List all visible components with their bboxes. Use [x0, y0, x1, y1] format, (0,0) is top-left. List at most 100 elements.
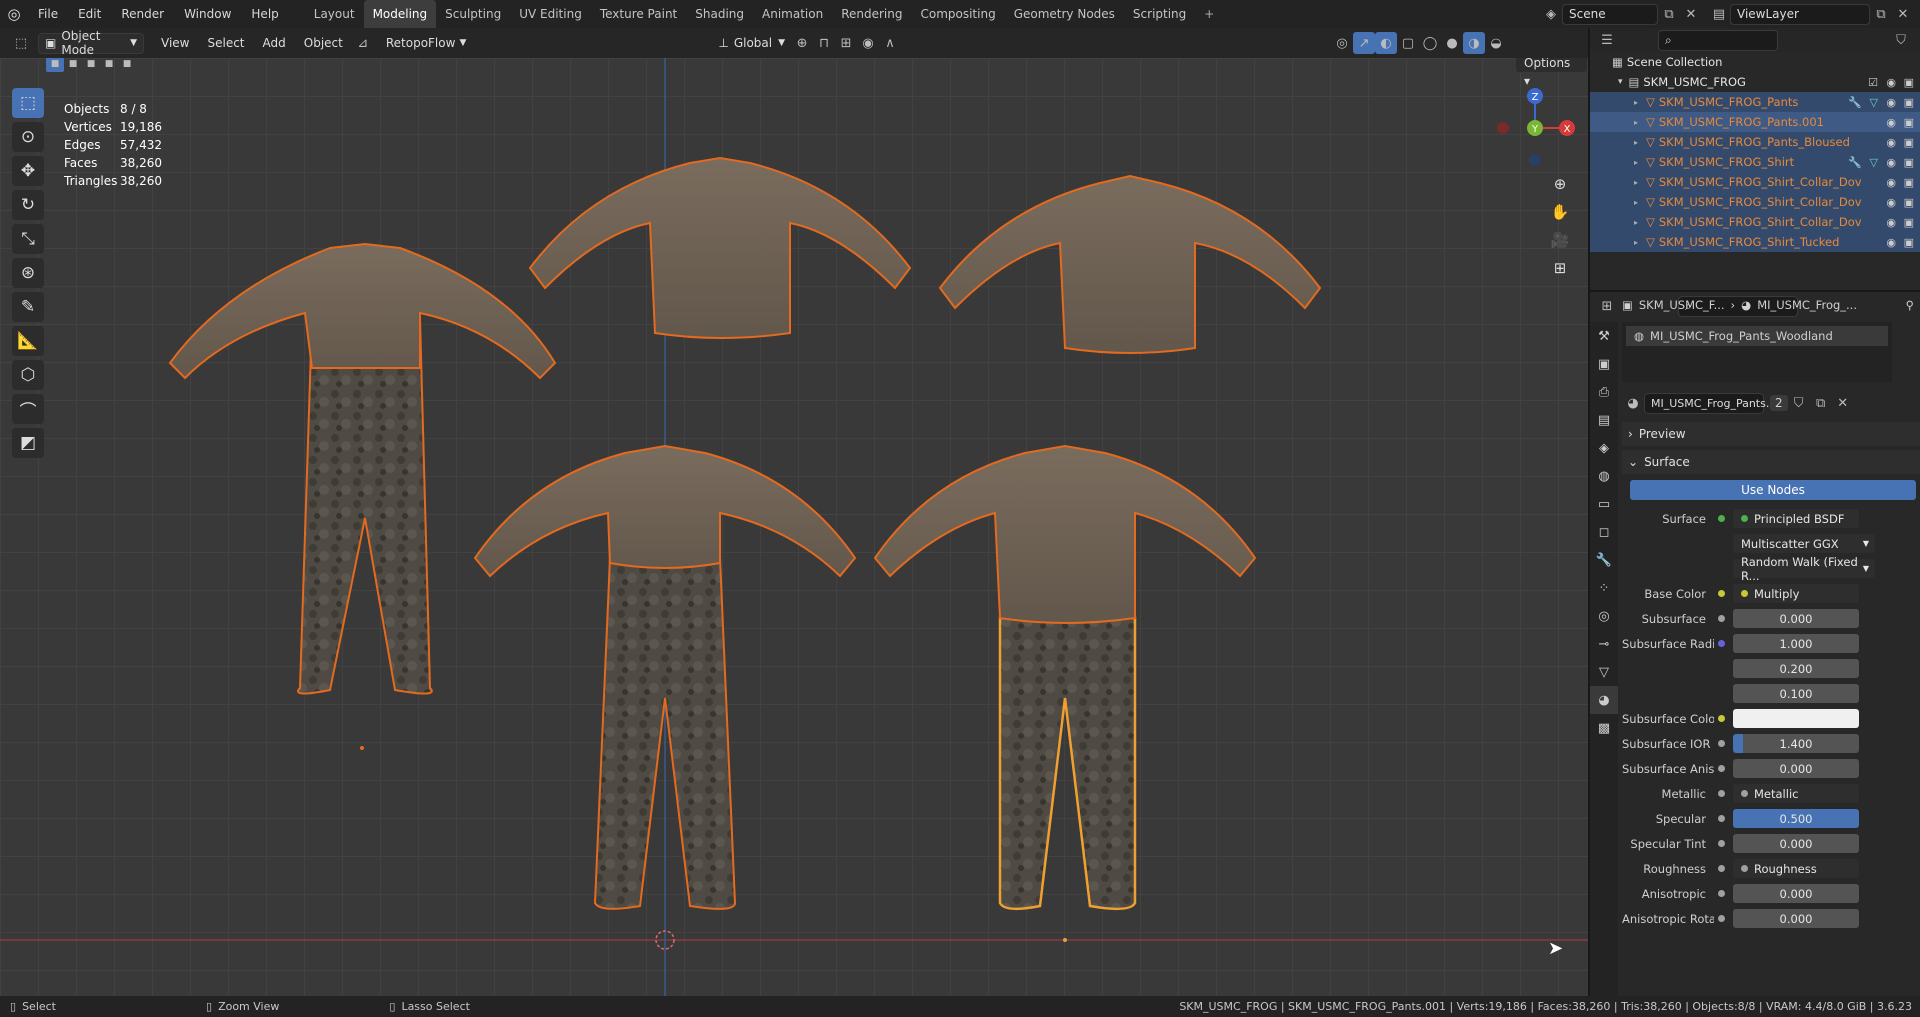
outfit-top-center[interactable]	[528, 156, 912, 339]
property-field[interactable]: 0.100	[1733, 684, 1859, 703]
select-box-tool-icon[interactable]: ⬚	[12, 88, 44, 118]
zoom-icon[interactable]: ⊕	[1545, 170, 1575, 198]
user-count[interactable]: 2	[1770, 395, 1788, 411]
material-shading-icon[interactable]: ◑	[1463, 32, 1486, 54]
new-view-layer-icon[interactable]: ⧉	[1870, 3, 1892, 25]
use-nodes-button[interactable]: Use Nodes	[1630, 480, 1916, 500]
grid-tool-icon[interactable]: ◩	[12, 428, 44, 458]
expand-arrow-icon[interactable]: ▸	[1634, 118, 1638, 127]
outliner-item[interactable]: ▸ ▽ SKM_USMC_FROG_Shirt_Collar_Dov ◉ ▣	[1590, 172, 1920, 192]
preview-panel[interactable]: › Preview	[1622, 422, 1920, 446]
view-layer-field[interactable]: ViewLayer	[1730, 3, 1870, 25]
add-workspace-button[interactable]: +	[1195, 0, 1223, 28]
navigation-gizmo[interactable]: Z X Y	[1495, 88, 1575, 168]
transform-tool-icon[interactable]: ⊛	[12, 258, 44, 288]
camera-icon[interactable]: ▣	[1904, 116, 1914, 129]
menu-render[interactable]: Render	[111, 0, 174, 28]
eye-icon[interactable]: ◉	[1886, 176, 1896, 189]
socket-icon[interactable]	[1718, 765, 1725, 772]
checkbox-icon[interactable]: ☑	[1868, 76, 1878, 89]
camera-icon[interactable]: ▣	[1904, 236, 1914, 249]
solid-shading-icon[interactable]: ●	[1441, 32, 1463, 54]
filter-icon[interactable]: ⛉	[1890, 29, 1912, 51]
overlay-toggle-icon[interactable]: ◐	[1375, 32, 1398, 54]
outliner-item[interactable]: ▸ ▽ SKM_USMC_FROG_Pants_Bloused ◉ ▣	[1590, 132, 1920, 152]
outfit-top-right[interactable]	[938, 174, 1322, 354]
material-slot[interactable]: ◍ MI_USMC_Frog_Pants_Woodland	[1626, 326, 1888, 346]
expand-arrow-icon[interactable]: ▸	[1634, 178, 1638, 187]
delete-view-layer-icon[interactable]: ✕	[1892, 3, 1914, 25]
render-tab-icon[interactable]: ▣	[1590, 350, 1618, 378]
tab-geometry-nodes[interactable]: Geometry Nodes	[1005, 0, 1124, 28]
outfit-bottom-right[interactable]	[873, 444, 1257, 911]
snap-icon[interactable]: ⊓	[813, 32, 835, 54]
tab-shading[interactable]: Shading	[686, 0, 753, 28]
menu-help[interactable]: Help	[241, 0, 288, 28]
falloff-icon[interactable]: ∧	[879, 32, 901, 54]
physics-tab-icon[interactable]: ◎	[1590, 602, 1618, 630]
view-layer-tab-icon[interactable]: ▤	[1590, 406, 1618, 434]
pan-hand-icon[interactable]: ✋	[1545, 198, 1575, 226]
material-tab-icon[interactable]: ◕	[1590, 686, 1618, 714]
modifier-tab-icon[interactable]: 🔧	[1590, 546, 1618, 574]
eye-icon[interactable]: ◉	[1886, 96, 1896, 109]
output-tab-icon[interactable]: ⎙	[1590, 378, 1618, 406]
property-field[interactable]: 0.000	[1733, 834, 1859, 853]
viewport-menu-object[interactable]: Object	[295, 28, 352, 58]
scene-field[interactable]: Scene	[1562, 3, 1658, 25]
expand-arrow-icon[interactable]: ▸	[1634, 218, 1638, 227]
transform-orientation[interactable]: ⊥ Global ▼	[712, 33, 791, 54]
outliner-item[interactable]: ▸ ▽ SKM_USMC_FROG_Shirt_Collar_Dov ◉ ▣	[1590, 192, 1920, 212]
socket-icon[interactable]	[1718, 840, 1725, 847]
rendered-shading-icon[interactable]: ◒	[1485, 32, 1507, 54]
tab-modeling[interactable]: Modeling	[363, 0, 437, 28]
eye-icon[interactable]: ◉	[1886, 116, 1896, 129]
properties-editor-icon[interactable]: ⊞	[1596, 295, 1618, 317]
editor-type-icon[interactable]: ⬚	[10, 32, 32, 54]
expand-arrow-icon[interactable]: ▸	[1634, 158, 1638, 167]
expand-arrow-icon[interactable]: ▸	[1634, 98, 1638, 107]
mesh-data-icon[interactable]: ▽	[1870, 156, 1878, 169]
3d-viewport[interactable]: ■ ■ ■ ■ ■ Options ▾ Objects 8 / 8 Vertic…	[0, 58, 1588, 996]
property-dropdown[interactable]: Multiscatter GGX ▼	[1733, 534, 1875, 553]
particles-tab-icon[interactable]: ⁘	[1590, 574, 1618, 602]
modifier-icon[interactable]: 🔧	[1848, 96, 1862, 109]
outliner-editor-icon[interactable]: ☰	[1596, 29, 1618, 51]
menu-edit[interactable]: Edit	[68, 0, 111, 28]
collection-row[interactable]: ▾ ▤ SKM_USMC_FROG ☑ ◉ ▣	[1590, 72, 1920, 92]
eye-icon[interactable]: ◉	[1886, 136, 1896, 149]
socket-icon[interactable]	[1718, 590, 1725, 597]
add-cube-tool-icon[interactable]: ⬡	[12, 360, 44, 390]
curve-tool-icon[interactable]: ⌒	[12, 394, 44, 424]
outliner-item[interactable]: ▸ ▽ SKM_USMC_FROG_Pants 🔧 ▽ ◉ ▣	[1590, 92, 1920, 112]
scene-tab-icon[interactable]: ◈	[1590, 434, 1618, 462]
tool-tab-icon[interactable]: ⚒	[1590, 322, 1618, 350]
socket-icon[interactable]	[1718, 915, 1725, 922]
duplicate-icon[interactable]: ⧉	[1810, 392, 1832, 414]
property-field[interactable]: Multiply	[1733, 584, 1859, 603]
xray-icon[interactable]: ▢	[1397, 32, 1419, 54]
data-tab-icon[interactable]: ▽	[1590, 658, 1618, 686]
blender-logo-icon[interactable]: ◎	[0, 0, 28, 28]
view-layer-icon[interactable]: ▤	[1708, 3, 1730, 25]
property-field[interactable]: 0.500	[1733, 809, 1859, 828]
gizmo-toggle-icon[interactable]: ↗	[1353, 32, 1376, 54]
camera-icon[interactable]: ▣	[1904, 196, 1914, 209]
scale-tool-icon[interactable]: ⤡	[12, 224, 44, 254]
annotate-tool-icon[interactable]: ✎	[12, 292, 44, 322]
tab-texture-paint[interactable]: Texture Paint	[591, 0, 686, 28]
measure-tool-icon[interactable]: 📐	[12, 326, 44, 356]
scene-collection-row[interactable]: ▦ Scene Collection	[1590, 52, 1920, 72]
expand-arrow-icon[interactable]: ▸	[1634, 238, 1638, 247]
camera-icon[interactable]: ▣	[1904, 136, 1914, 149]
texture-tab-icon[interactable]: ▩	[1590, 714, 1618, 742]
unlink-icon[interactable]: ✕	[1832, 392, 1854, 414]
delete-scene-icon[interactable]: ✕	[1680, 3, 1702, 25]
proportional-edit-icon[interactable]: ◉	[857, 32, 879, 54]
ortho-grid-icon[interactable]: ⊞	[1545, 254, 1575, 282]
property-field[interactable]: 0.000	[1733, 609, 1859, 628]
pin-icon[interactable]: ⚲	[1906, 298, 1914, 312]
material-name-field[interactable]: MI_USMC_Frog_Pants...	[1644, 392, 1776, 414]
outliner-search[interactable]: ⌕	[1658, 29, 1778, 51]
menu-window[interactable]: Window	[174, 0, 241, 28]
